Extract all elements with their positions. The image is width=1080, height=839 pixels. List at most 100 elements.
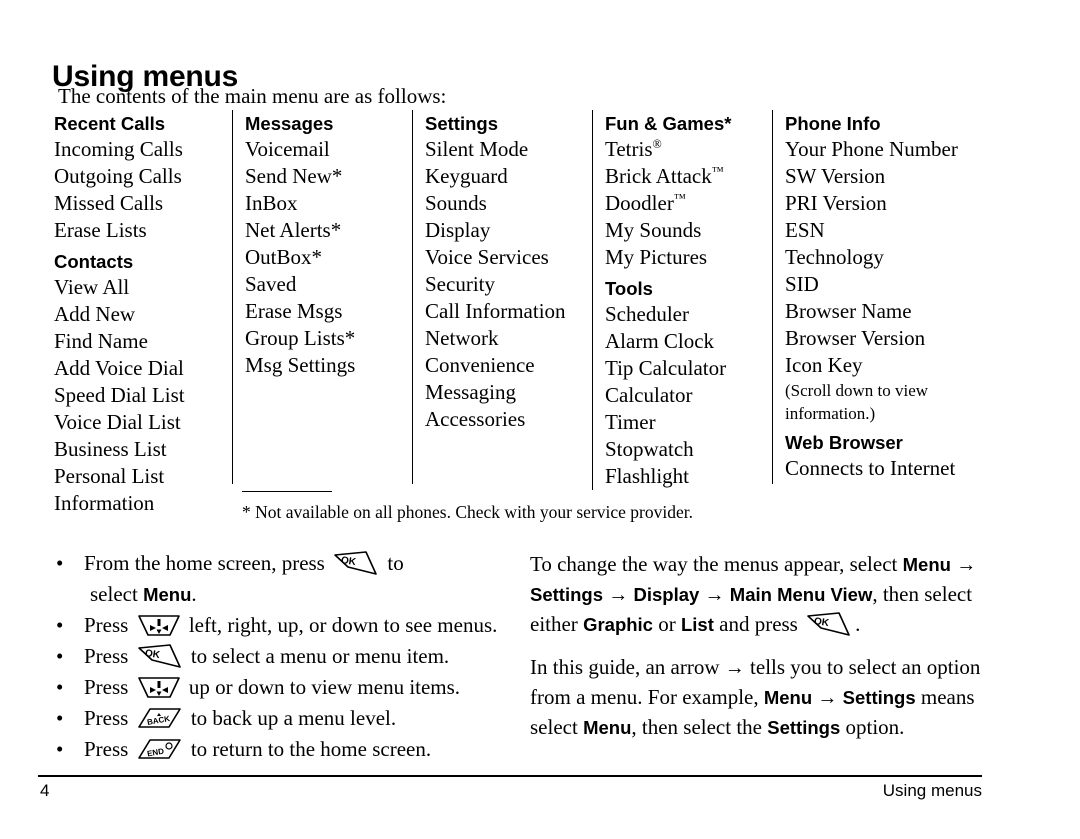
note-text: . <box>855 612 861 636</box>
menu-heading-recent-calls: Recent Calls <box>54 113 166 134</box>
menu-item: Doodler™ <box>605 191 686 215</box>
menu-item: Convenience <box>425 353 535 377</box>
menu-heading-tools: Tools <box>605 278 653 299</box>
menu-keyword: Main Menu View <box>729 584 873 605</box>
step-text-after: up or down to view menu items. <box>188 675 461 699</box>
menu-item: My Sounds <box>605 218 702 242</box>
menu-heading-contacts: Contacts <box>54 251 134 272</box>
menu-item: Stopwatch <box>605 437 694 461</box>
document-page: Using menus The contents of the main men… <box>0 0 1080 839</box>
menu-item: Your Phone Number <box>785 137 958 161</box>
menu-item: Technology <box>785 245 884 269</box>
menu-item: Find Name <box>54 329 148 353</box>
list-item: • Press BACK to back up a menu level. <box>46 703 516 734</box>
back-key-icon: BACK <box>137 705 183 731</box>
menu-item: Network <box>425 326 499 350</box>
navigation-key-icon <box>137 612 181 638</box>
menu-item: InBox <box>245 191 298 215</box>
menu-item: Send New* <box>245 164 343 188</box>
menu-item: Alarm Clock <box>605 329 715 353</box>
menu-item: SW Version <box>785 164 886 188</box>
menu-keyword: Menu <box>143 584 192 605</box>
menu-item: Timer <box>605 410 656 434</box>
list-item: • Press up or down to view menu items. <box>46 672 516 703</box>
menu-item: Msg Settings <box>245 353 356 377</box>
end-key-icon: END <box>137 736 183 762</box>
footer-title: Using menus <box>882 781 982 800</box>
menu-keyword: Menu <box>583 717 632 738</box>
footnote-text: * Not available on all phones. Check wit… <box>242 502 693 522</box>
list-item: • From the home screen, press OK to sele… <box>46 548 516 610</box>
menu-item: Information <box>54 491 155 515</box>
menu-item: Browser Version <box>785 326 926 350</box>
footer-divider <box>38 775 982 777</box>
menu-item: Accessories <box>425 407 526 431</box>
bullet-glyph: • <box>56 551 64 575</box>
menu-item: Outgoing Calls <box>54 164 182 188</box>
arrow-glyph: → <box>704 584 725 606</box>
step-text-before: Press <box>84 706 129 730</box>
menu-note-line: (Scroll down to view <box>785 381 929 400</box>
menu-item: Erase Lists <box>54 218 147 242</box>
menu-column-phone-info: Phone Info Your Phone Number SW Version … <box>772 110 982 484</box>
menu-keyword: Menu <box>902 554 951 575</box>
menu-item: View All <box>54 275 130 299</box>
menu-item: Tetris® <box>605 137 662 161</box>
menu-heading-web-browser: Web Browser <box>785 432 903 453</box>
menu-item: Add Voice Dial <box>54 356 184 380</box>
step-text-l2-before: select <box>90 582 138 606</box>
svg-text:OK: OK <box>340 555 357 568</box>
menu-column-recent-calls: Recent Calls Incoming Calls Outgoing Cal… <box>52 110 232 517</box>
menu-item: SID <box>785 272 819 296</box>
bullet-glyph: • <box>56 644 64 668</box>
svg-text:OK: OK <box>144 648 161 661</box>
list-item: • Press OK to select a menu or menu item… <box>46 641 516 672</box>
ok-key-icon: OK <box>333 550 379 576</box>
step-text-after: left, right, up, or down to see menus. <box>188 613 498 637</box>
note-text: option. <box>845 715 905 739</box>
menu-item: Browser Name <box>785 299 912 323</box>
menu-column-settings: Settings Silent Mode Keyguard Sounds Dis… <box>412 110 592 484</box>
note-text: To change the way the menus appear, sele… <box>530 552 898 576</box>
page-number: 4 <box>40 781 50 800</box>
menu-item: Messaging <box>425 380 516 404</box>
menu-keyword: Menu <box>763 687 813 708</box>
menu-item: Call Information <box>425 299 566 323</box>
svg-text:OK: OK <box>813 616 830 629</box>
menu-item: Calculator <box>605 383 693 407</box>
navigation-key-icon <box>137 674 181 700</box>
menu-keyword: Settings <box>767 717 841 738</box>
menu-keyword: Display <box>633 584 700 605</box>
list-item: • Press left, right, up, or down to see … <box>46 610 516 641</box>
note-paragraph-menu-view: To change the way the menus appear, sele… <box>530 550 1000 639</box>
menu-item: Connects to Internet <box>785 456 956 480</box>
steps-list: • From the home screen, press OK to sele… <box>46 548 516 765</box>
menu-column-fun-and-games: Fun & Games* Tetris® Brick Attack™ Doodl… <box>592 110 772 490</box>
arrow-glyph: → <box>608 584 629 606</box>
ok-key-icon: OK <box>806 611 852 637</box>
step-text-after: to select a menu or menu item. <box>190 644 450 668</box>
list-item: • Press END to return to the home screen… <box>46 734 516 765</box>
step-text-l2-after: . <box>191 582 197 606</box>
menu-heading-settings: Settings <box>425 113 498 134</box>
step-text-before: Press <box>84 613 129 637</box>
notes-section: To change the way the menus appear, sele… <box>530 550 1000 756</box>
step-text-before: Press <box>84 737 129 761</box>
menu-item: ESN <box>785 218 825 242</box>
menu-item: OutBox* <box>245 245 323 269</box>
note-text: In this guide, an arrow <box>530 655 720 679</box>
menu-heading-messages: Messages <box>245 113 334 134</box>
menu-item: Net Alerts* <box>245 218 342 242</box>
menu-heading-phone-info: Phone Info <box>785 113 881 134</box>
menu-item: PRI Version <box>785 191 887 215</box>
menu-item: My Pictures <box>605 245 708 269</box>
step-second-line: select Menu. <box>84 579 516 610</box>
note-text: and press <box>719 612 798 636</box>
ok-key-icon: OK <box>137 643 183 669</box>
step-text-before: From the home screen, press <box>84 551 325 575</box>
menu-heading-fun-and-games: Fun & Games* <box>605 113 732 134</box>
menu-keyword: Settings <box>842 687 916 708</box>
intro-text: The contents of the main menu are as fol… <box>58 84 447 108</box>
footnote-divider <box>242 491 332 492</box>
main-menu-table: Recent Calls Incoming Calls Outgoing Cal… <box>52 110 1032 517</box>
